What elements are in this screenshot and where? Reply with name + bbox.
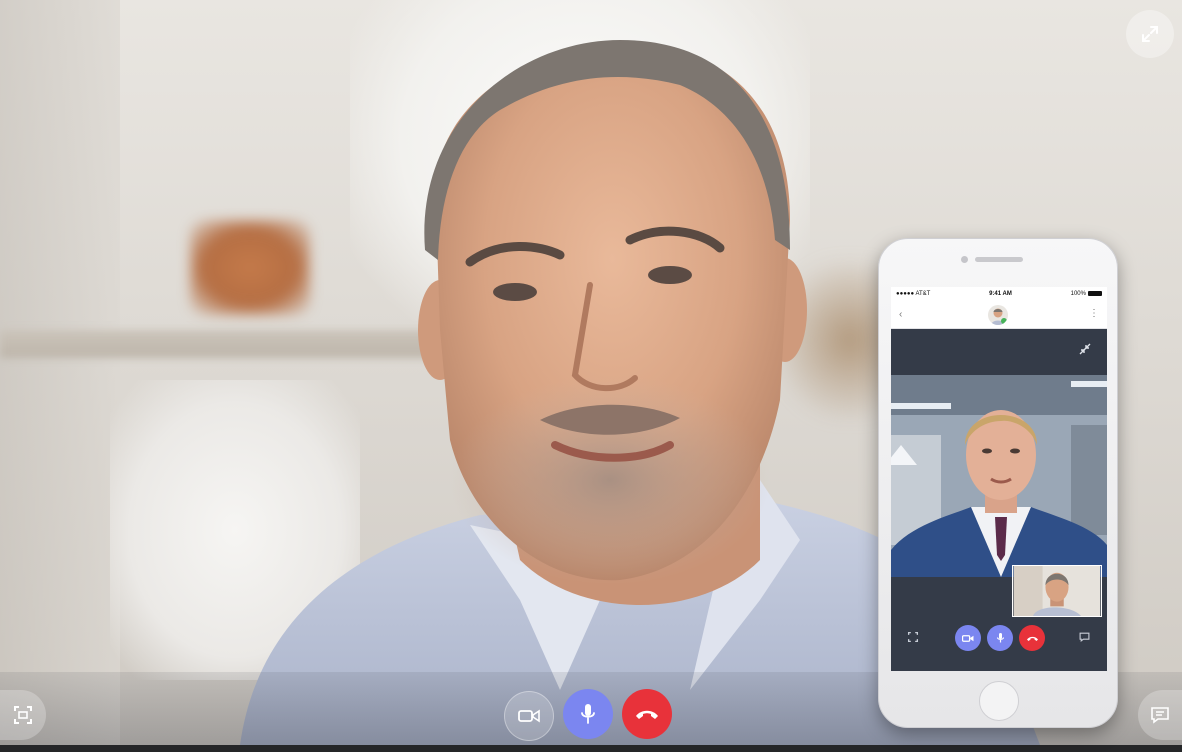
status-time: 9:41 AM — [989, 291, 1012, 297]
phone-hangup-button[interactable] — [1019, 625, 1045, 651]
screen-capture-icon — [14, 706, 32, 724]
microphone-button[interactable] — [563, 689, 613, 739]
phone-hangup-icon — [1026, 636, 1038, 641]
phone-call-area — [891, 329, 1107, 671]
avatar-image — [988, 305, 1008, 325]
video-camera-icon — [518, 709, 540, 723]
video-camera-icon — [962, 634, 974, 642]
battery-status: 100% — [1070, 290, 1102, 298]
bottom-strip — [0, 745, 1182, 752]
phone-microphone-button[interactable] — [987, 625, 1013, 651]
phone-mockup: ●●●●● AT&T 9:41 AM 100% ‹ ⋮ — [878, 238, 1118, 728]
microphone-icon — [581, 704, 595, 724]
phone-chat-button[interactable] — [1074, 627, 1094, 647]
phone-video-button[interactable] — [955, 625, 981, 651]
chat-bubble-icon — [1079, 632, 1089, 642]
more-vertical-icon[interactable]: ⋮ — [1089, 308, 1099, 319]
battery-label: 100% — [1070, 291, 1086, 298]
phone-remote-video — [891, 375, 1107, 577]
battery-icon — [1087, 290, 1102, 296]
phone-camera — [961, 256, 968, 263]
phone-speaker — [975, 257, 1023, 262]
avatar[interactable] — [988, 305, 1008, 325]
phone-home-button — [979, 681, 1019, 721]
minimize-icon[interactable] — [1079, 343, 1091, 355]
phone-self-view — [1012, 565, 1102, 617]
phone-hangup-icon — [636, 710, 658, 719]
hangup-button[interactable] — [622, 689, 672, 739]
chevron-left-icon[interactable]: ‹ — [899, 309, 902, 320]
chat-button[interactable] — [1138, 690, 1182, 740]
microphone-icon — [996, 633, 1004, 643]
phone-app-header: ‹ ⋮ — [891, 301, 1107, 329]
phone-status-bar: ●●●●● AT&T 9:41 AM 100% — [891, 287, 1107, 301]
phone-screen: ●●●●● AT&T 9:41 AM 100% ‹ ⋮ — [891, 287, 1107, 671]
carrier-label: ●●●●● AT&T — [896, 291, 931, 297]
screen-capture-icon — [907, 631, 919, 643]
chat-bubble-icon — [1151, 707, 1169, 724]
video-toggle-button[interactable] — [504, 691, 554, 741]
expand-button[interactable] — [1126, 10, 1174, 58]
expand-arrows-icon — [1142, 26, 1158, 42]
phone-screen-capture-button[interactable] — [903, 627, 923, 647]
